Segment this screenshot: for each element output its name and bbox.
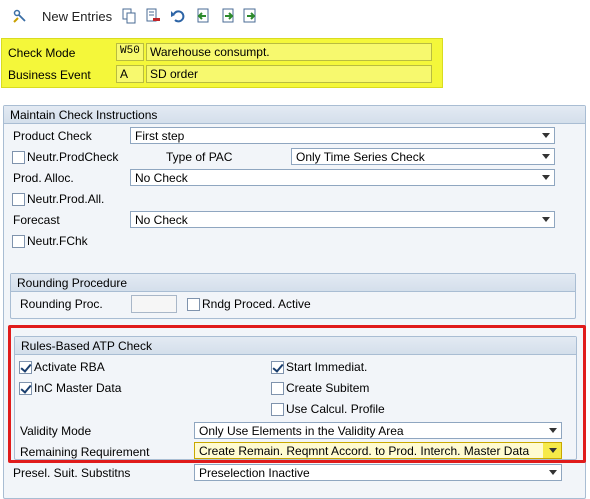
chevron-down-icon	[542, 217, 550, 222]
neutr-prod-all-checkbox[interactable]	[12, 193, 25, 206]
use-calcul-profile-label: Use Calcul. Profile	[286, 402, 385, 416]
activate-rba-checkbox[interactable]	[19, 361, 32, 374]
product-check-value: First step	[135, 129, 185, 143]
neutr-fchk-checkbox[interactable]	[12, 235, 25, 248]
type-of-pac-value: Only Time Series Check	[296, 150, 425, 164]
chevron-down-icon	[549, 448, 557, 453]
type-of-pac-dropdown[interactable]: Only Time Series Check	[291, 148, 555, 165]
presel-suit-substitns-dropdown[interactable]: Preselection Inactive	[194, 464, 562, 481]
check-mode-field[interactable]: W50	[116, 43, 144, 61]
inc-master-data-label: InC Master Data	[34, 381, 122, 395]
neutr-prodcheck-checkbox[interactable]	[12, 151, 25, 164]
header-key-fields: Check Mode W50 Warehouse consumpt. Busin…	[1, 38, 443, 88]
create-subitem-label: Create Subitem	[286, 381, 370, 395]
check-mode-description: Warehouse consumpt.	[146, 43, 432, 61]
rounding-proc-input[interactable]	[131, 295, 177, 313]
chevron-down-icon	[542, 154, 550, 159]
chevron-down-icon	[542, 175, 550, 180]
new-entries-button[interactable]: New Entries	[42, 9, 112, 24]
presel-suit-substitns-value: Preselection Inactive	[199, 466, 310, 480]
type-of-pac-label: Type of PAC	[166, 150, 233, 164]
copy-icon[interactable]	[121, 8, 137, 24]
prod-alloc-label: Prod. Alloc.	[13, 171, 74, 185]
rules-based-atp-check-title: Rules-Based ATP Check	[15, 337, 576, 355]
maintain-check-instructions-title: Maintain Check Instructions	[4, 106, 585, 124]
business-event-label: Business Event	[8, 68, 91, 82]
forecast-value: No Check	[135, 213, 188, 227]
validity-mode-value: Only Use Elements in the Validity Area	[199, 424, 404, 438]
neutr-fchk-label: Neutr.FChk	[27, 234, 88, 248]
previous-entry-icon[interactable]	[195, 8, 211, 24]
chevron-down-icon	[542, 133, 550, 138]
presel-suit-substitns-label: Presel. Suit. Substitns	[13, 466, 131, 480]
application-toolbar: New Entries	[0, 0, 590, 34]
remaining-requirement-dropdown[interactable]: Create Remain. Reqmnt Accord. to Prod. I…	[194, 442, 562, 459]
validity-mode-dropdown[interactable]: Only Use Elements in the Validity Area	[194, 422, 562, 439]
delete-icon[interactable]	[145, 8, 161, 24]
prod-alloc-dropdown[interactable]: No Check	[130, 169, 555, 186]
remaining-requirement-value: Create Remain. Reqmnt Accord. to Prod. I…	[199, 444, 530, 458]
chevron-down-icon	[549, 428, 557, 433]
rounding-procedure-group: Rounding Procedure	[10, 273, 576, 319]
create-subitem-checkbox[interactable]	[271, 382, 284, 395]
rndg-proced-active-label: Rndg Proced. Active	[202, 297, 311, 311]
remaining-requirement-label: Remaining Requirement	[20, 445, 150, 459]
forecast-dropdown[interactable]: No Check	[130, 211, 555, 228]
select-all-icon[interactable]	[242, 8, 258, 24]
business-event-description: SD order	[146, 65, 432, 83]
use-calcul-profile-checkbox[interactable]	[271, 403, 284, 416]
check-mode-label: Check Mode	[8, 46, 76, 60]
product-check-label: Product Check	[13, 129, 92, 143]
rounding-procedure-title: Rounding Procedure	[11, 274, 575, 292]
start-immediat-checkbox[interactable]	[271, 361, 284, 374]
business-event-field[interactable]: A	[116, 65, 144, 83]
forecast-label: Forecast	[13, 213, 60, 227]
rndg-proced-active-checkbox[interactable]	[187, 298, 200, 311]
activate-rba-label: Activate RBA	[34, 360, 105, 374]
validity-mode-label: Validity Mode	[20, 424, 92, 438]
inc-master-data-checkbox[interactable]	[19, 382, 32, 395]
chevron-down-icon	[549, 470, 557, 475]
rounding-proc-label: Rounding Proc.	[20, 297, 103, 311]
next-entry-icon[interactable]	[220, 8, 236, 24]
display-change-icon[interactable]	[12, 8, 28, 24]
undo-icon[interactable]	[170, 8, 186, 24]
start-immediat-label: Start Immediat.	[286, 360, 368, 374]
neutr-prod-all-label: Neutr.Prod.All.	[27, 192, 105, 206]
prod-alloc-value: No Check	[135, 171, 188, 185]
product-check-dropdown[interactable]: First step	[130, 127, 555, 144]
neutr-prodcheck-label: Neutr.ProdCheck	[27, 150, 119, 164]
